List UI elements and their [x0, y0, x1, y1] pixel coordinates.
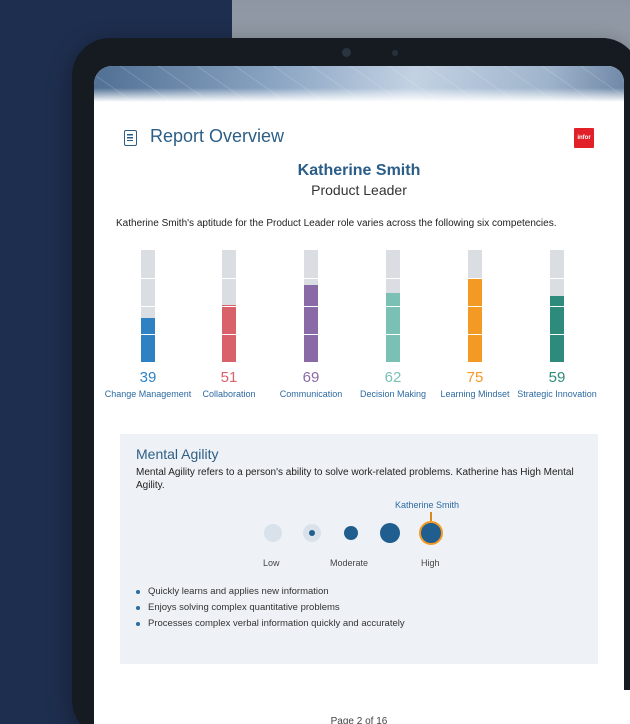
agility-bullet-list: Quickly learns and applies new informati… — [136, 584, 576, 632]
competency-label: Change Management — [104, 389, 192, 399]
candidate-marker-label: Katherine Smith — [395, 500, 460, 510]
candidate-marker-tick — [430, 512, 432, 521]
competency-communication: 69 Communication — [266, 250, 356, 400]
report-page[interactable]: Report Overview infor Katherine Smith Pr… — [94, 66, 624, 724]
sensor-icon — [392, 50, 398, 56]
camera-icon — [342, 48, 351, 57]
bar-track — [141, 250, 155, 362]
bar-track — [386, 250, 400, 362]
score-value: 39 — [139, 369, 157, 386]
competency-decision-making: 62 Decision Making — [348, 250, 438, 400]
scale-label-moderate: Moderate — [330, 558, 369, 568]
score-value: 75 — [466, 369, 484, 386]
competency-label: Decision Making — [359, 389, 427, 399]
bar-track — [304, 250, 318, 362]
mental-agility-panel: Mental Agility Mental Agility refers to … — [120, 434, 598, 664]
light-glare — [522, 690, 630, 724]
list-item: Processes complex verbal information qui… — [136, 616, 576, 632]
bar-track — [222, 250, 236, 362]
competency-change-management: 39 Change Management — [103, 250, 193, 400]
hero-banner — [94, 66, 624, 102]
competency-strategic-innovation: 59 Strategic Innovation — [512, 250, 602, 400]
brand-logo: infor — [574, 128, 594, 148]
competency-label: Strategic Innovation — [517, 389, 597, 399]
score-value: 69 — [302, 369, 320, 386]
competency-collaboration: 51 Collaboration — [184, 250, 274, 400]
bar-track — [468, 250, 482, 362]
score-value: 59 — [548, 369, 566, 386]
list-item: Enjoys solving complex quantitative prob… — [136, 600, 576, 616]
report-header: Report Overview infor — [124, 126, 594, 150]
document-icon — [124, 130, 137, 146]
bar-fill — [141, 318, 155, 362]
score-value: 51 — [220, 369, 238, 386]
competency-chart: 39 Change Management 51 Collaboration 69… — [94, 250, 624, 420]
bar-fill — [468, 278, 482, 362]
candidate-name: Katherine Smith — [297, 162, 421, 179]
scale-dot-4 — [380, 523, 400, 543]
bar-track — [550, 250, 564, 362]
scale-label-high: High — [421, 558, 440, 568]
page-title: Report Overview — [150, 126, 285, 146]
bar-fill — [386, 292, 400, 362]
intro-text: Katherine Smith's aptitude for the Produ… — [116, 218, 557, 229]
competency-learning-mindset: 75 Learning Mindset — [430, 250, 520, 400]
list-item: Quickly learns and applies new informati… — [136, 584, 576, 600]
scale-dot-selected — [419, 521, 443, 545]
scale-dot-1 — [264, 524, 282, 542]
candidate-role: Product Leader — [311, 182, 407, 198]
competency-label: Communication — [279, 389, 343, 399]
mental-agility-description: Mental Agility refers to a person's abil… — [136, 467, 574, 491]
scale-dot-3 — [344, 526, 358, 540]
score-value: 62 — [384, 369, 402, 386]
scale-label-low: Low — [263, 558, 280, 568]
mental-agility-title: Mental Agility — [136, 446, 219, 462]
competency-label: Learning Mindset — [440, 389, 510, 399]
competency-label: Collaboration — [202, 389, 256, 399]
scale-dot-2 — [303, 524, 321, 542]
bar-fill — [304, 284, 318, 362]
